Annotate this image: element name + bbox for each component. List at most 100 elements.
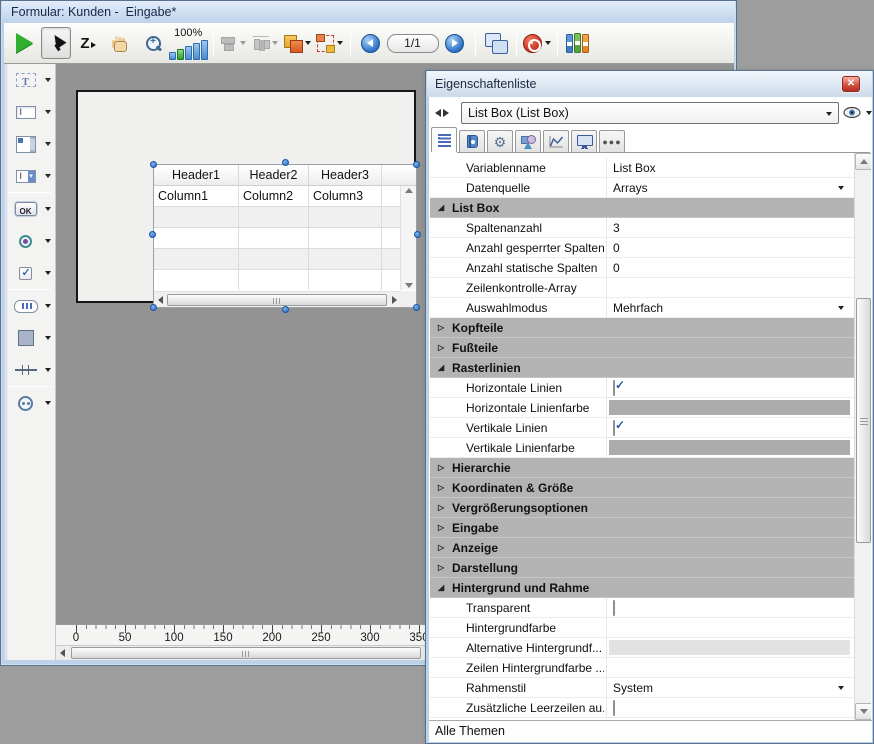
tab-more[interactable]: ●●● <box>599 130 625 152</box>
palette-tool-push-button[interactable] <box>12 198 39 221</box>
property-row[interactable]: Zeilen Hintergrundfarbe ... <box>430 658 854 678</box>
property-section-row[interactable]: ▷Darstellung <box>430 558 854 578</box>
chevron-down-icon[interactable] <box>45 304 51 308</box>
scroll-down-icon[interactable] <box>405 283 413 288</box>
tab-order-button[interactable]: Z <box>73 27 103 59</box>
property-section-row[interactable]: ▷Kopfteile <box>430 318 854 338</box>
property-section-row[interactable]: ◢Hintergrund und Rahmen <box>430 578 854 598</box>
chevron-down-icon[interactable] <box>45 142 51 146</box>
property-grid-scrollbar[interactable] <box>854 153 871 720</box>
checkbox[interactable] <box>613 380 615 396</box>
palette-tool-combo-box[interactable] <box>12 165 39 188</box>
arrange-order-button[interactable] <box>283 27 313 59</box>
chevron-down-icon[interactable] <box>45 336 51 340</box>
chevron-down-icon[interactable] <box>45 271 51 275</box>
property-section-row[interactable]: ▷Eingabe <box>430 518 854 538</box>
settings-button[interactable] <box>522 27 552 59</box>
property-value[interactable] <box>606 418 854 437</box>
run-button[interactable] <box>9 27 39 59</box>
chevron-down-icon[interactable] <box>838 186 844 190</box>
object-navigation[interactable] <box>435 109 449 117</box>
chevron-down-icon[interactable] <box>337 41 343 45</box>
expand-icon[interactable]: ▷ <box>438 503 444 513</box>
chevron-down-icon[interactable] <box>45 239 51 243</box>
checkbox[interactable] <box>613 600 615 616</box>
chevron-down-icon[interactable] <box>305 41 311 45</box>
palette-tool-separator-line[interactable] <box>12 359 39 382</box>
page-indicator[interactable]: 1/1 <box>387 34 439 53</box>
chevron-down-icon[interactable] <box>866 111 872 115</box>
property-row[interactable]: Anzahl gesperrter Spalten0 <box>430 238 854 258</box>
property-value[interactable]: Arrays <box>606 178 854 197</box>
close-button[interactable]: ✕ <box>842 76 860 92</box>
selection-handle[interactable] <box>150 304 157 311</box>
property-row[interactable]: Vertikale Linien <box>430 418 854 438</box>
form-design-surface[interactable]: Header1Header2Header3 Column1Column2Colu… <box>76 90 416 303</box>
checkbox[interactable] <box>613 700 615 716</box>
property-section-row[interactable]: ▷Anzeige <box>430 538 854 558</box>
property-row[interactable]: Hintergrundfarbe <box>430 618 854 638</box>
palette-tool-navigation-bar[interactable] <box>12 295 39 318</box>
prev-page-button[interactable] <box>356 27 386 59</box>
tab-data[interactable] <box>459 130 485 152</box>
next-object-icon[interactable] <box>443 109 449 117</box>
property-row[interactable]: DatenquelleArrays <box>430 178 854 198</box>
property-value[interactable]: 3 <box>606 218 854 237</box>
property-section-row[interactable]: ◢List Box <box>430 198 854 218</box>
select-tool-button[interactable] <box>41 27 71 59</box>
property-row[interactable]: Zeilenkontrolle-Array <box>430 278 854 298</box>
chevron-down-icon[interactable] <box>838 306 844 310</box>
property-row[interactable]: Anzahl statische Spalten0 <box>430 258 854 278</box>
tab-scaling[interactable] <box>543 130 569 152</box>
expand-collapse-icon[interactable]: ◢ <box>438 583 444 593</box>
palette-tool-dial[interactable] <box>12 392 39 415</box>
visibility-filter-button[interactable] <box>843 106 872 119</box>
reports-button[interactable] <box>563 27 593 59</box>
property-section-row[interactable]: ▷Hierarchie <box>430 458 854 478</box>
property-row[interactable]: Vertikale Linienfarbe <box>430 438 854 458</box>
property-row[interactable]: Horizontale Linien <box>430 378 854 398</box>
property-value[interactable] <box>606 278 854 297</box>
expand-icon[interactable]: ▷ <box>438 323 444 333</box>
cascade-windows-button[interactable] <box>481 27 511 59</box>
color-swatch[interactable] <box>609 400 850 415</box>
pan-button[interactable] <box>105 27 135 59</box>
scroll-up-button[interactable] <box>855 153 871 170</box>
chevron-down-icon[interactable] <box>45 174 51 178</box>
palette-tool-background-text[interactable] <box>12 69 39 92</box>
chevron-down-icon[interactable] <box>45 401 51 405</box>
selection-handle[interactable] <box>414 231 421 238</box>
scroll-down-button[interactable] <box>855 703 871 720</box>
main-titlebar[interactable]: Formular: Kunden - Eingabe* <box>2 1 735 23</box>
property-row[interactable]: RahmenstilSystem <box>430 678 854 698</box>
property-value[interactable] <box>606 618 854 637</box>
prev-object-icon[interactable] <box>435 109 441 117</box>
selection-handle[interactable] <box>149 231 156 238</box>
property-row[interactable]: Transparent <box>430 598 854 618</box>
scroll-right-icon[interactable] <box>392 296 397 304</box>
property-section-row[interactable]: ▷Vergrößerungsoptionen <box>430 498 854 518</box>
property-value[interactable] <box>606 698 854 717</box>
palette-tool-radio-button[interactable] <box>12 230 39 253</box>
property-value[interactable] <box>606 438 854 457</box>
color-swatch[interactable] <box>609 640 850 655</box>
expand-icon[interactable]: ▷ <box>438 483 444 493</box>
property-row[interactable]: VariablennameList Box <box>430 158 854 178</box>
property-value[interactable] <box>606 658 854 677</box>
chevron-down-icon[interactable] <box>838 686 844 690</box>
selection-handle[interactable] <box>413 304 420 311</box>
listbox-horizontal-scrollbar[interactable] <box>154 291 401 307</box>
tab-display[interactable] <box>571 130 597 152</box>
expand-icon[interactable]: ▷ <box>438 463 444 473</box>
tab-behavior[interactable]: ⚙ <box>487 130 513 152</box>
palette-tool-frame[interactable] <box>12 327 39 350</box>
scrollbar-thumb[interactable] <box>856 298 871 543</box>
chevron-down-icon[interactable] <box>45 78 51 82</box>
property-value[interactable] <box>606 598 854 617</box>
expand-icon[interactable]: ▷ <box>438 563 444 573</box>
selection-handle[interactable] <box>150 161 157 168</box>
expand-collapse-icon[interactable]: ◢ <box>438 203 444 213</box>
property-value[interactable]: 0 <box>606 238 854 257</box>
select-objects-button[interactable] <box>315 27 345 59</box>
chevron-down-icon[interactable] <box>545 41 551 45</box>
